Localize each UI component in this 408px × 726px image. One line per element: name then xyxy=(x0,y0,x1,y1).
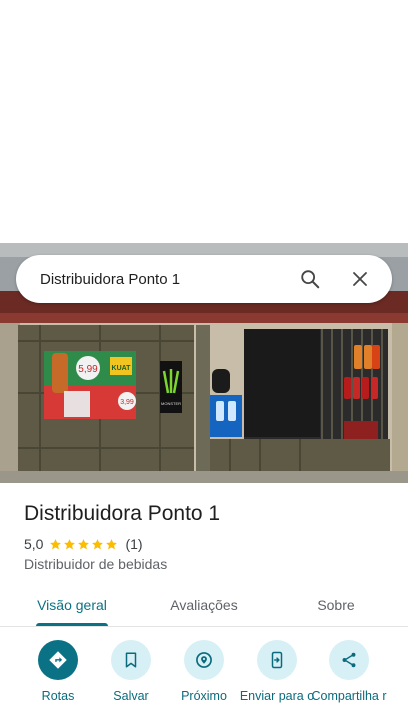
directions-circle xyxy=(38,640,78,680)
screen: 5,99 KUAT 3,99 MONSTER Distribuidora Pon… xyxy=(0,0,408,726)
star-icon xyxy=(64,538,76,549)
star-icon xyxy=(50,538,62,549)
tab-sobre[interactable]: Sobre xyxy=(278,583,394,627)
send-to-phone-label: Enviar para o xyxy=(239,689,315,703)
place-tabs: Visão geral Avaliações Sobre xyxy=(0,583,408,627)
share-label: Compartilha r xyxy=(311,689,387,703)
star-icon xyxy=(92,538,104,549)
nearby-label: Próximo xyxy=(181,689,227,703)
star-icon xyxy=(78,538,90,549)
star-icon xyxy=(106,538,118,549)
rating-row[interactable]: 5,0 (1) xyxy=(24,536,143,552)
close-icon[interactable] xyxy=(342,261,378,297)
send-to-phone-circle xyxy=(257,640,297,680)
save-button[interactable]: Salvar xyxy=(91,640,171,704)
fridge-brand: MONSTER xyxy=(161,401,181,406)
search-bar[interactable]: Distribuidora Ponto 1 xyxy=(16,255,392,303)
share-icon xyxy=(342,652,356,668)
action-bar: Rotas Salvar Próximo Enviar para o Compa… xyxy=(0,640,408,726)
star-rating xyxy=(49,538,119,551)
tab-avaliacoes[interactable]: Avaliações xyxy=(146,583,262,627)
nearby-button[interactable]: Próximo xyxy=(164,640,244,704)
save-circle xyxy=(111,640,151,680)
search-input[interactable]: Distribuidora Ponto 1 xyxy=(40,271,292,288)
nearby-icon xyxy=(196,652,212,668)
place-category: Distribuidor de bebidas xyxy=(24,556,168,572)
share-button[interactable]: Compartilha r xyxy=(309,640,389,704)
share-circle xyxy=(329,640,369,680)
directions-button[interactable]: Rotas xyxy=(18,640,98,704)
place-title: Distribuidora Ponto 1 xyxy=(24,502,221,525)
send-to-phone-icon xyxy=(271,651,283,669)
bookmark-icon xyxy=(125,652,137,668)
active-tab-indicator xyxy=(36,623,108,626)
search-icon[interactable] xyxy=(292,261,328,297)
save-label: Salvar xyxy=(113,689,149,703)
nearby-circle xyxy=(184,640,224,680)
price-tag-2: 3,99 xyxy=(120,399,134,406)
review-count[interactable]: (1) xyxy=(125,536,142,552)
rating-value: 5,0 xyxy=(24,536,44,552)
tab-visao-geral[interactable]: Visão geral xyxy=(14,583,130,627)
banner-brand: KUAT xyxy=(112,365,132,372)
directions-label: Rotas xyxy=(41,689,75,703)
send-to-phone-button[interactable]: Enviar para o xyxy=(237,640,317,704)
directions-icon xyxy=(49,651,67,669)
price-tag-1: 5,99 xyxy=(78,364,98,375)
